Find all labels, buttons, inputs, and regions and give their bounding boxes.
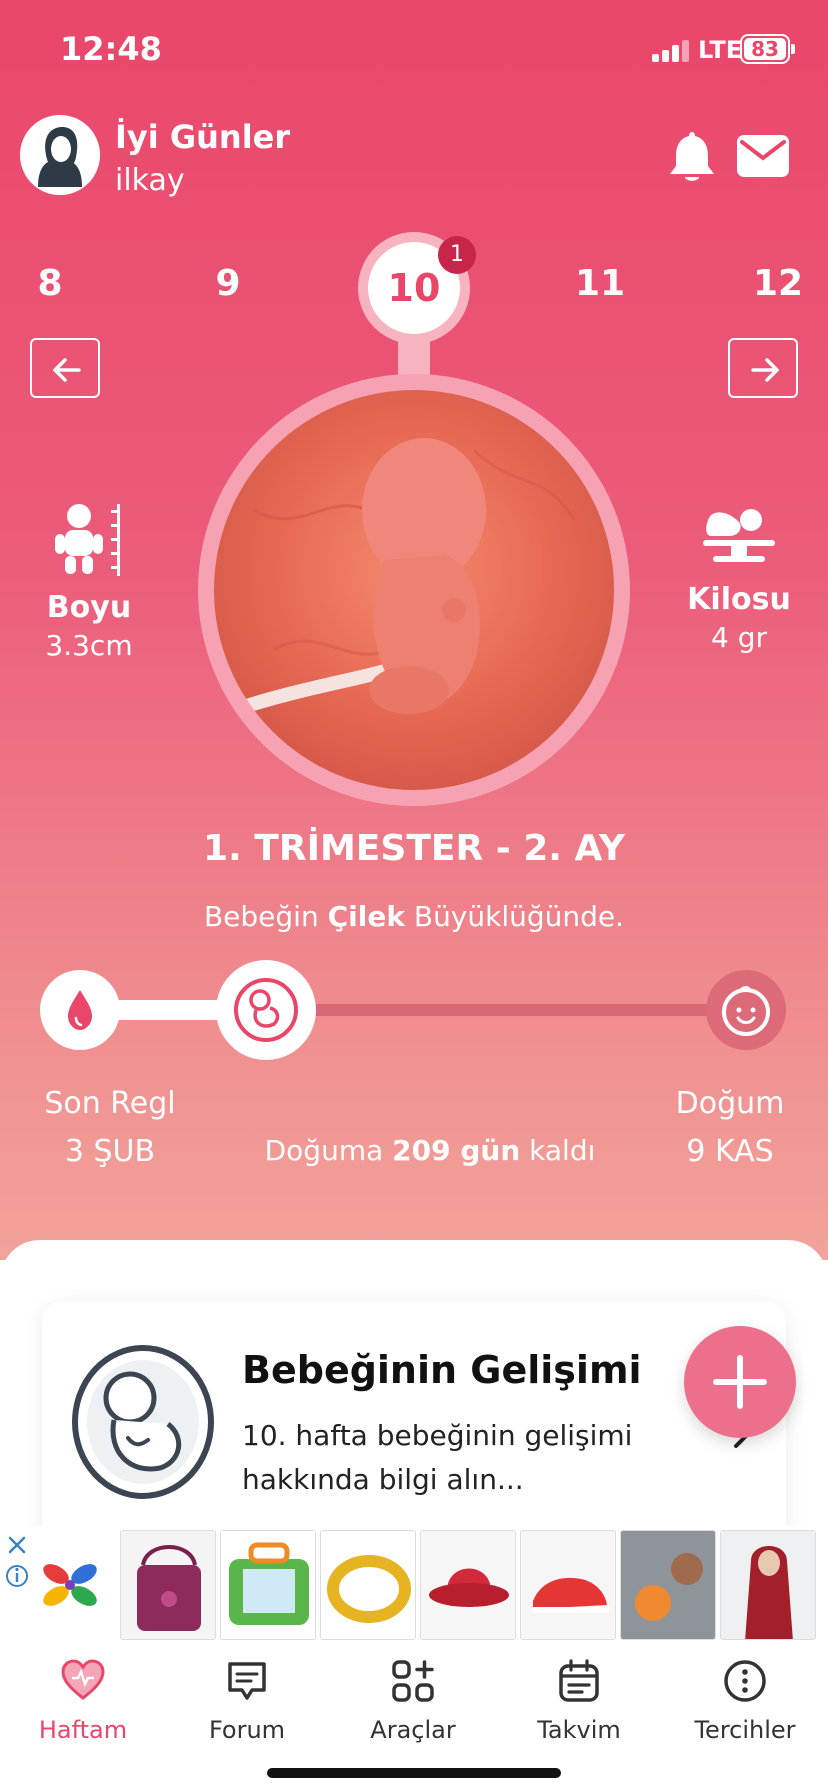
home-indicator [267,1768,561,1778]
nav-label: Haftam [38,1716,128,1744]
countdown-text: Doğuma 209 gün kaldı [230,1134,630,1167]
nav-label: Araçlar [370,1716,456,1744]
baby-scale-icon [703,509,775,562]
ad-product-image[interactable] [220,1530,316,1640]
due-label: Doğum [675,1086,785,1121]
heart-icon [61,1659,105,1700]
last-period-date: 3 ŞUB [64,1134,156,1169]
nav-haftam[interactable]: Haftam [8,1658,158,1744]
trimester-title: 1. TRİMESTER - 2. AY [203,828,625,869]
nav-label: Takvim [537,1716,621,1744]
baby-face-icon [722,986,770,1036]
next-week-button[interactable] [728,338,798,398]
countdown-days: 209 gün [392,1134,521,1167]
tools-icon [392,1660,434,1702]
baby-height-icon [55,504,120,576]
week-item[interactable]: 11 [560,263,640,304]
week-item[interactable]: 12 [738,263,818,304]
arrow-left-icon [53,358,81,382]
status-bar: 12:48 LTE 83 [0,0,828,100]
size-fruit: Çilek [327,900,405,933]
network-type: LTE [698,36,743,64]
development-card[interactable]: Bebeğinin Gelişimi 10. hafta bebeğinin g… [42,1302,786,1562]
ad-product-image[interactable] [120,1530,216,1640]
nav-takvim[interactable]: Takvim [504,1658,654,1744]
nav-label: Forum [208,1716,286,1744]
battery-icon: 83 [740,34,795,64]
prev-week-button[interactable] [30,338,100,398]
username-text: ilkay [115,163,185,198]
week-item[interactable]: 9 [188,263,268,304]
signal-icon [652,40,694,62]
countdown-suffix: kaldı [520,1134,596,1167]
last-period-label: Son Regl [44,1086,176,1121]
advertiser-logo[interactable] [34,1544,106,1624]
size-suffix: Büyüklüğünde. [404,900,625,933]
mail-icon[interactable] [736,134,790,178]
height-value: 3.3cm [45,629,133,662]
fetus-icon [234,978,298,1042]
due-date: 9 KAS [686,1134,774,1169]
ad-product-image[interactable] [320,1530,416,1640]
status-time: 12:48 [60,30,162,68]
ad-banner[interactable] [0,1526,828,1644]
avatar[interactable] [20,115,100,195]
week-item[interactable]: 8 [10,263,90,304]
ad-product-image[interactable] [620,1530,716,1640]
fetus-image-frame[interactable] [198,374,630,806]
nav-label: Tercihler [694,1716,796,1744]
bell-icon[interactable] [668,128,716,184]
weight-metric: Kilosu 4 gr [664,500,814,654]
period-node [40,970,120,1050]
ad-close-icon[interactable] [4,1532,30,1592]
current-progress-node [216,960,316,1060]
calendar-icon [559,1659,599,1702]
arrow-right-icon [751,358,779,382]
size-prefix: Bebeğin [203,900,328,933]
add-button[interactable] [684,1326,796,1438]
ad-product-image[interactable] [720,1530,816,1640]
battery-level: 83 [744,38,786,60]
chat-icon [228,1662,266,1700]
ad-product-image[interactable] [520,1530,616,1640]
greeting-text: İyi Günler [115,118,291,156]
week-badge: 1 [438,236,476,274]
weight-value: 4 gr [711,621,767,654]
more-icon [724,1660,766,1702]
weight-label: Kilosu [687,582,791,617]
nav-forum[interactable]: Forum [172,1658,322,1744]
nav-araclar[interactable]: Araçlar [338,1658,488,1744]
blood-drop-icon [68,990,92,1030]
birth-node [706,970,786,1050]
height-metric: Boyu 3.3cm [14,500,164,662]
fetus-outline-icon [68,1342,218,1502]
plus-icon [713,1355,767,1409]
card-title: Bebeğinin Gelişimi [242,1348,642,1392]
countdown-prefix: Doğuma [264,1134,393,1167]
card-description: 10. hafta bebeğinin gelişimi hakkında bi… [242,1419,633,1496]
height-label: Boyu [46,590,132,625]
baby-size-text: Bebeğin Çilek Büyüklüğünde. [0,900,828,933]
nav-tercihler[interactable]: Tercihler [670,1658,820,1744]
fetus-image [214,390,614,790]
ad-product-image[interactable] [420,1530,516,1640]
